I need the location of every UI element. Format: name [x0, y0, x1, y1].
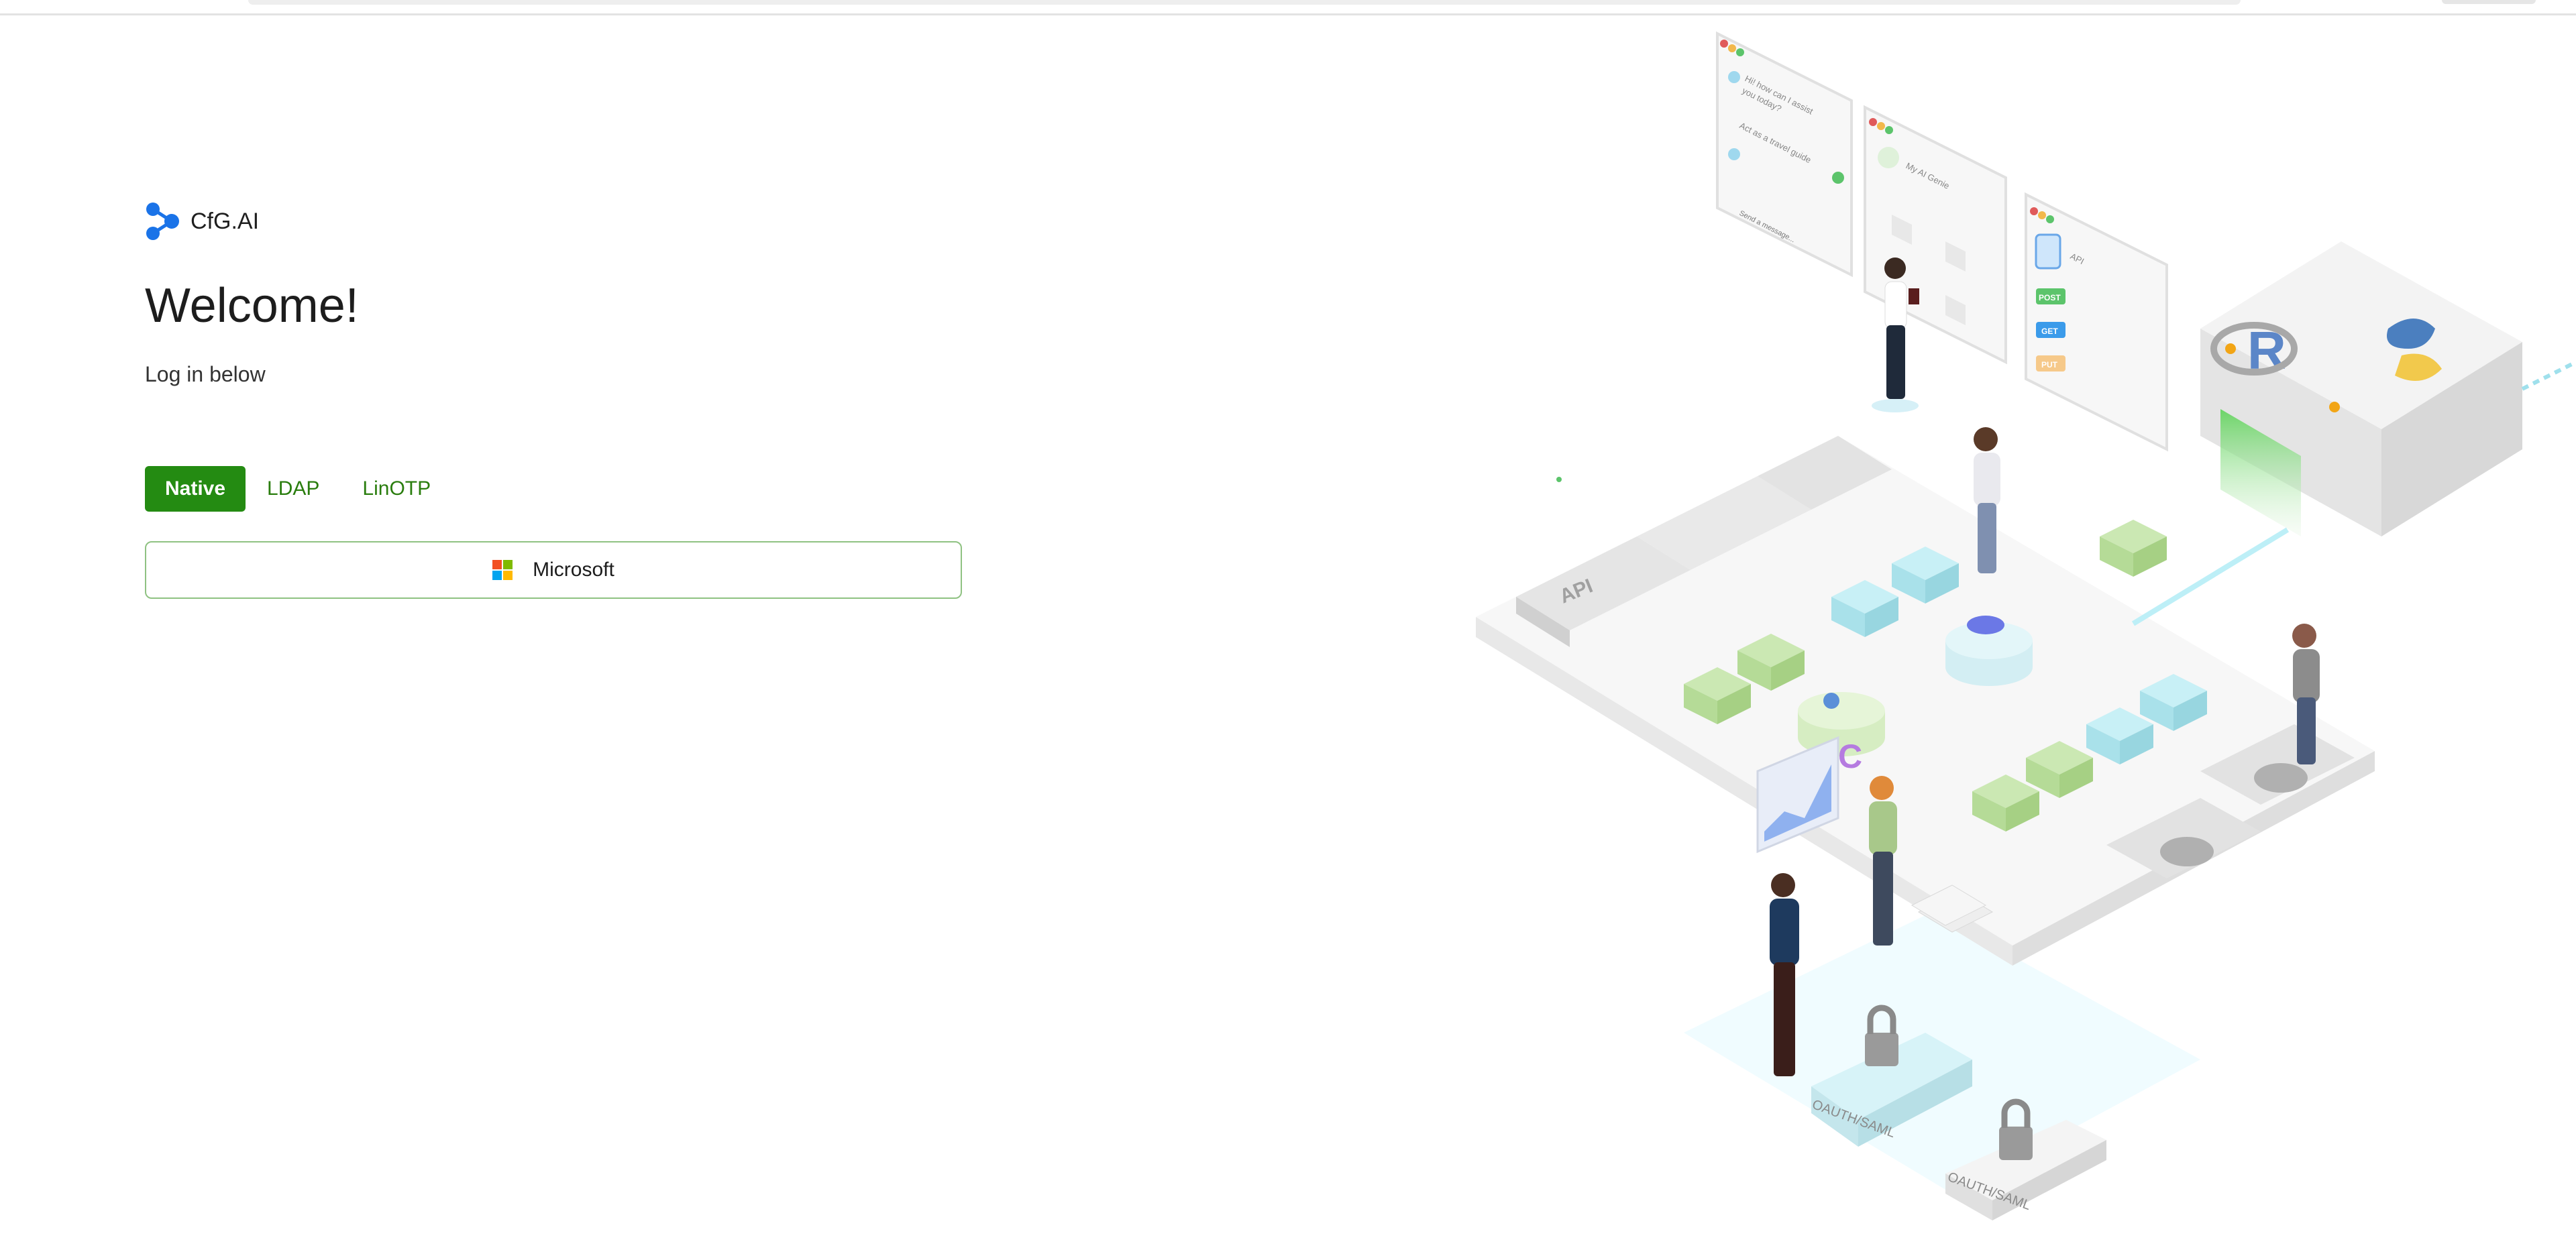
address-bar[interactable]: [248, 0, 2241, 5]
security-platform: OAUTH/SAML OAUTH/SAML: [1684, 912, 2200, 1220]
brand-logo-icon: [146, 203, 179, 240]
page-subtitle: Log in below: [145, 362, 266, 387]
svg-text:C: C: [1838, 738, 1862, 775]
microsoft-login-button[interactable]: Microsoft: [145, 541, 962, 599]
platform-illustration: OAUTH/SAML OAUTH/SAML API C R Hi! how ca…: [1476, 31, 2576, 1220]
tab-ldap[interactable]: LDAP: [246, 466, 341, 512]
brand-name: CfG.AI: [191, 208, 260, 234]
microsoft-button-label: Microsoft: [533, 559, 614, 581]
login-page: CfG.AI Welcome! Log in below Native LDAP…: [0, 0, 2576, 1258]
svg-text:GET: GET: [2041, 327, 2058, 336]
login-panel: CfG.AI Welcome! Log in below Native LDAP…: [145, 201, 963, 599]
svg-text:PUT: PUT: [2041, 360, 2058, 369]
page-title: Welcome!: [145, 279, 359, 333]
person-standing: [1974, 427, 2000, 573]
runtime-machine: R: [2131, 241, 2576, 626]
person-suit: [1770, 873, 1799, 1076]
chat-card: Hi! how can I assist you today? Act as a…: [1716, 31, 1853, 278]
tab-native[interactable]: Native: [145, 466, 246, 512]
main-platform: API C: [1476, 436, 2375, 966]
svg-text:POST: POST: [2039, 293, 2061, 302]
brand: CfG.AI: [145, 201, 963, 241]
api-card: API POST GET PUT: [2025, 192, 2168, 452]
tab-linotp[interactable]: LinOTP: [341, 466, 452, 512]
toolbar-pill[interactable]: [2442, 0, 2536, 4]
auth-tabs: Native LDAP LinOTP: [145, 466, 963, 512]
microsoft-logo-icon: [492, 560, 513, 581]
